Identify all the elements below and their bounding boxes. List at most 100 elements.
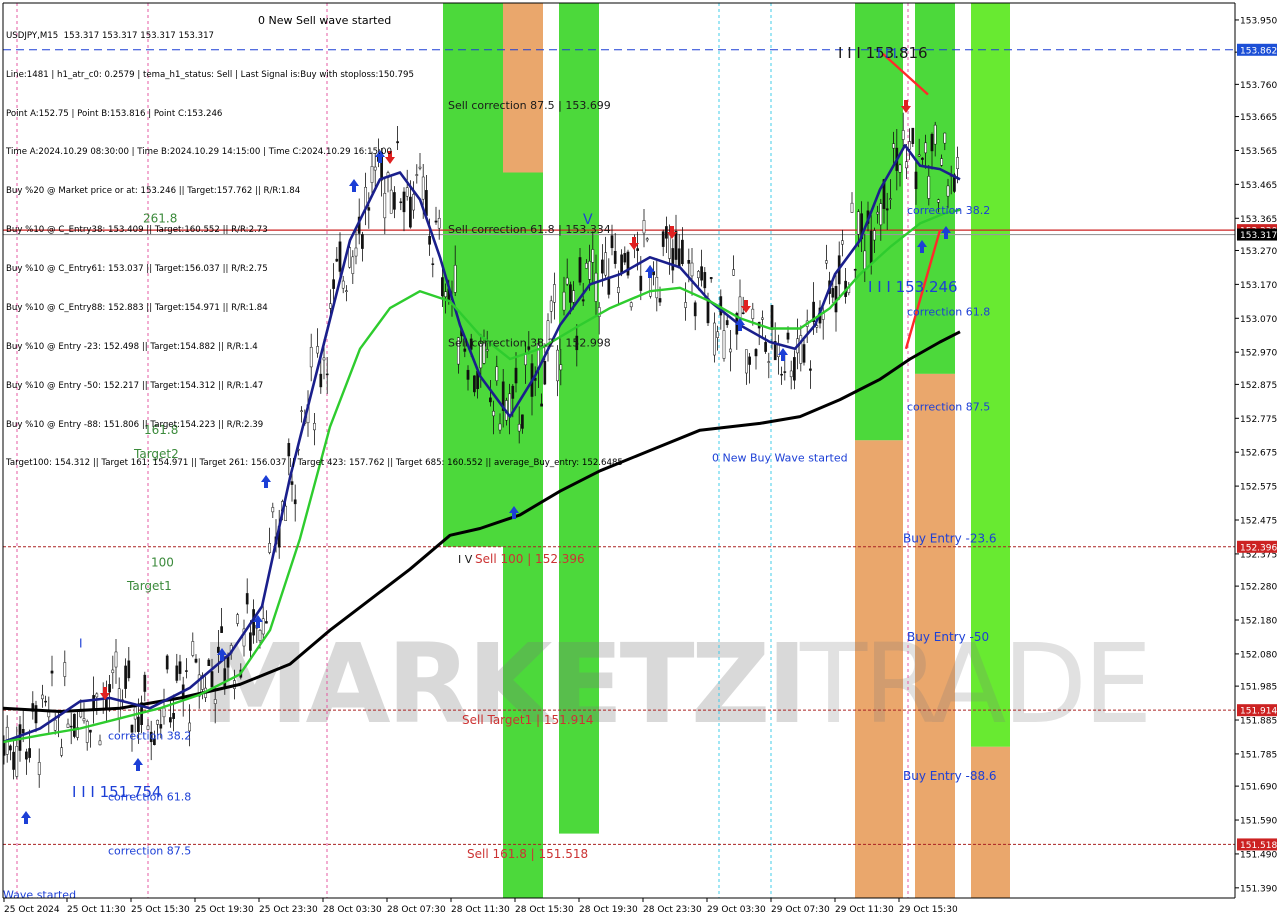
candle-body (265, 621, 268, 624)
candle-body (703, 272, 707, 289)
candle-body (732, 269, 735, 276)
info-line: Buy %10 @ C_Entry38: 153.409 || Target:1… (6, 225, 268, 236)
price-tick-label: 152.675 (1240, 449, 1277, 459)
candle-body (114, 651, 118, 668)
chart-label: Sell 161.8 | 151.518 (467, 847, 588, 861)
candle-body (764, 342, 767, 352)
price-tick-label: 151.490 (1240, 850, 1277, 860)
candle-body (908, 141, 911, 150)
candle-body (9, 745, 12, 751)
candle-body (111, 669, 115, 674)
candle-body (15, 746, 19, 777)
price-tick-label: 153.565 (1240, 147, 1277, 157)
candle-body (956, 157, 959, 169)
chart-label: Target1 (126, 579, 172, 593)
info-line: Buy %10 @ Entry -23: 152.498 || Target:1… (6, 341, 258, 352)
candle-body (706, 298, 710, 324)
candle-body (677, 248, 681, 269)
candle-body (901, 130, 905, 140)
candle-body (921, 157, 924, 160)
time-tick-label: 25 Oct 19:30 (195, 905, 254, 915)
time-tick-label: 29 Oct 03:30 (707, 905, 766, 915)
candle-body (89, 729, 92, 733)
candle-body (143, 674, 147, 692)
candle-body (207, 659, 211, 666)
candle-body (210, 671, 214, 688)
candle-body (876, 211, 879, 215)
chart-label: Buy Entry -23.6 (903, 532, 997, 546)
candle-body (85, 721, 89, 743)
candle-body (191, 641, 195, 656)
candle-body (124, 665, 127, 689)
chart-label: Buy Entry -50 (907, 630, 989, 644)
time-tick-label: 29 Oct 11:30 (835, 905, 894, 915)
chart-label: Wave started (3, 889, 76, 902)
candle-body (751, 308, 755, 319)
time-tick-label: 25 Oct 23:30 (259, 905, 318, 915)
info-line: USDJPY,M15 153.317 153.317 153.317 153.3… (6, 30, 215, 41)
price-tick-label: 152.875 (1240, 381, 1277, 391)
chart-label: correction 61.8 (907, 306, 990, 319)
price-tick-label: 152.280 (1240, 583, 1277, 593)
candle-body (127, 660, 131, 679)
buy-arrow-icon (133, 758, 143, 771)
price-tick-label: 153.170 (1240, 281, 1277, 291)
candle-body (636, 248, 639, 251)
price-tick-label: 152.775 (1240, 415, 1277, 425)
price-tick-label: 153.070 (1240, 315, 1277, 325)
price-tag-label: 152.396 (1240, 543, 1277, 553)
chart-label: correction 87.5 (108, 845, 191, 858)
candle-body (284, 505, 287, 521)
candle-body (674, 230, 678, 260)
candle-body (761, 317, 764, 320)
candle-body (873, 230, 876, 241)
sell-arrow-icon (741, 300, 751, 313)
price-tick-label: 152.970 (1240, 349, 1277, 359)
candle-body (220, 626, 223, 633)
candle-body (217, 646, 220, 653)
candle-body (754, 349, 758, 357)
info-line: Line:1481 | h1_atr_c0: 0.2579 | tema_h1_… (6, 69, 414, 80)
price-tick-label: 153.365 (1240, 215, 1277, 225)
price-tick-label: 151.885 (1240, 717, 1277, 727)
info-line: Time A:2024.10.29 08:30:00 | Time B:2024… (6, 147, 392, 158)
trading-chart[interactable]: MARKETZI TRADE 0 New Sell wave started Sel… (0, 0, 1280, 920)
candle-body (645, 238, 649, 241)
price-tick-label: 151.985 (1240, 683, 1277, 693)
candle-body (108, 684, 111, 693)
candle-body (850, 202, 854, 213)
candle-body (783, 371, 787, 373)
candle-body (940, 158, 943, 166)
candle-body (917, 154, 921, 157)
candle-body (50, 670, 54, 674)
candle-body (37, 762, 41, 775)
chart-label: 0 New Buy Wave started (712, 451, 848, 464)
chart-label: correction 87.5 (907, 400, 990, 413)
price-tag-label: 151.914 (1240, 707, 1277, 717)
candle-body (770, 305, 774, 330)
candle-body (268, 543, 271, 553)
price-tick-label: 151.690 (1240, 783, 1277, 793)
indicator-info: USDJPY,M15 153.317 153.317 153.317 153.3… (6, 4, 623, 496)
candle-body (946, 185, 950, 197)
time-tick-label: 28 Oct 23:30 (643, 905, 702, 915)
candle-body (156, 719, 159, 725)
candle-body (793, 357, 796, 381)
candle-body (117, 688, 121, 720)
candle-body (857, 211, 860, 235)
candle-body (671, 248, 675, 271)
candle-body (690, 262, 694, 277)
candle-body (937, 199, 940, 203)
candle-body (642, 220, 646, 234)
candle-body (841, 240, 844, 245)
candle-body (924, 142, 927, 154)
info-line: Buy %10 @ Entry -50: 152.217 || Target:1… (6, 380, 264, 391)
price-tag-label: 151.518 (1240, 841, 1277, 851)
candle-body (175, 665, 179, 681)
time-tick-label: 28 Oct 19:30 (579, 905, 638, 915)
candle-body (665, 226, 668, 239)
chart-label: I I I 153.246 (868, 278, 958, 296)
chart-label: 100 (151, 555, 174, 569)
price-tick-label: 153.950 (1240, 16, 1277, 26)
candle-body (780, 373, 783, 376)
